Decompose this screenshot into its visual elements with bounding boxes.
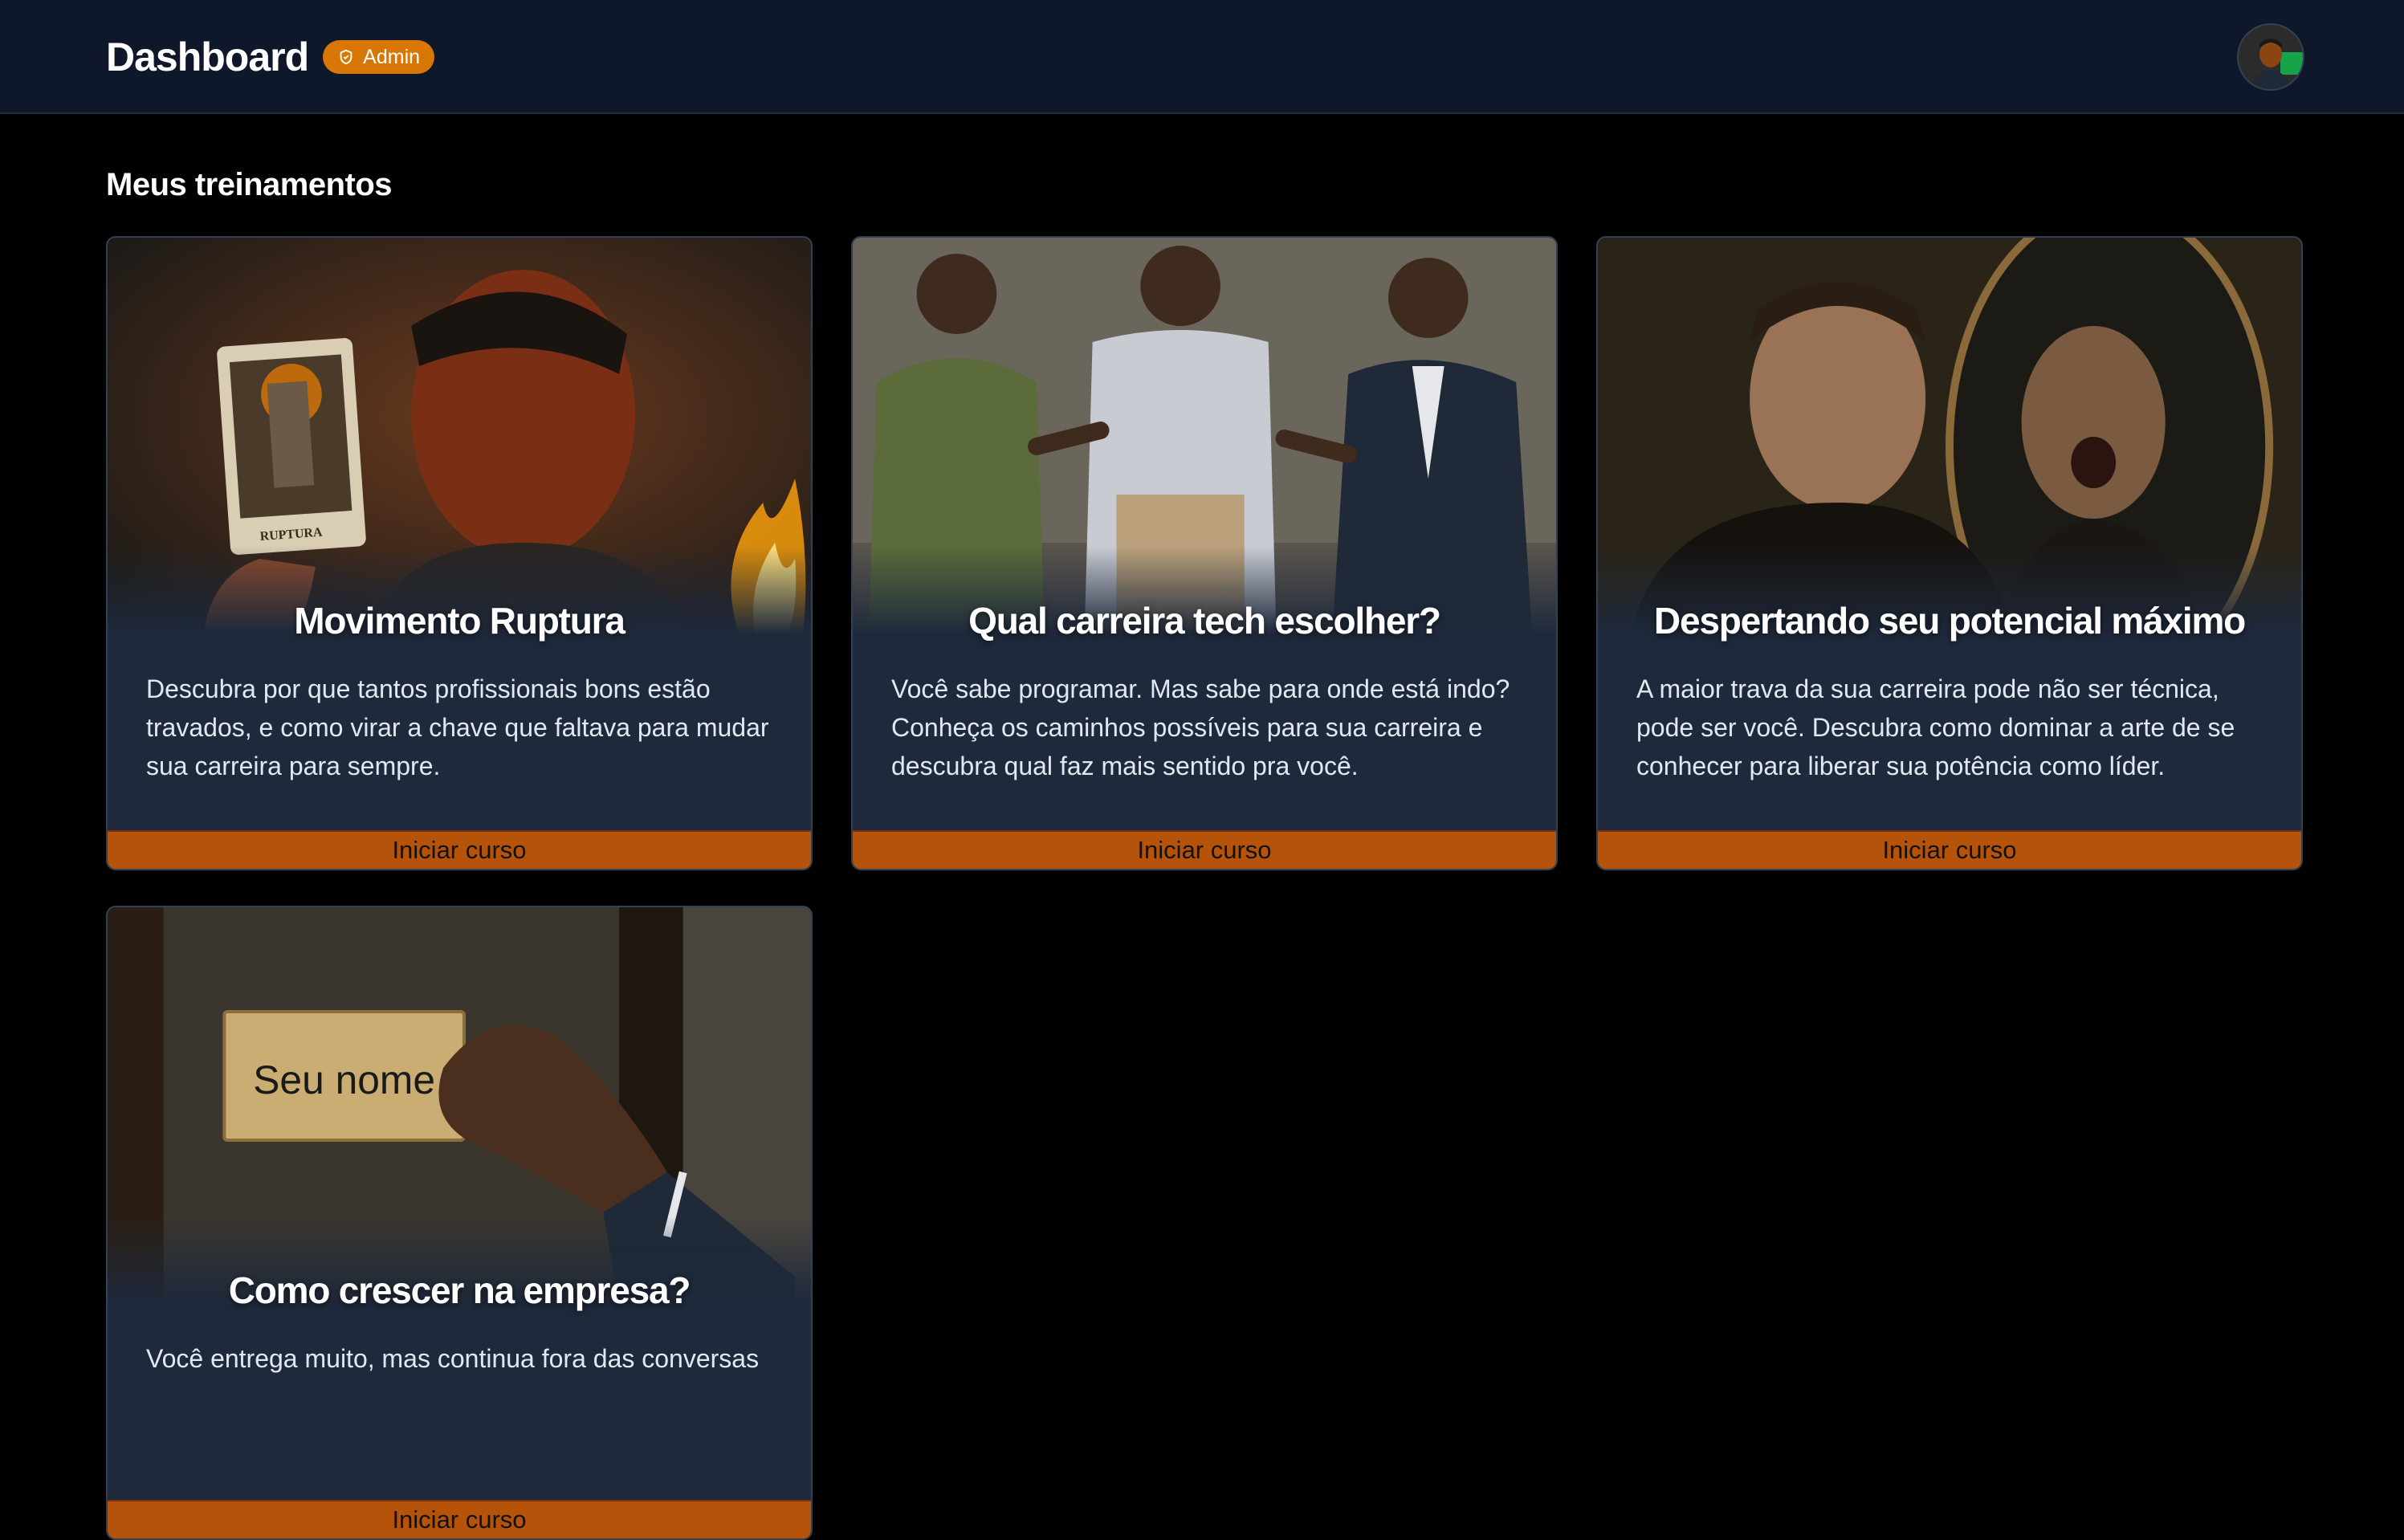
user-avatar[interactable]	[2237, 23, 2304, 91]
start-course-button[interactable]: Iniciar curso	[108, 830, 811, 869]
course-title: Despertando seu potencial máximo	[1653, 600, 2246, 642]
course-title: Como crescer na empresa?	[228, 1269, 691, 1311]
course-description: A maior trava da sua carreira pode não s…	[1636, 674, 2235, 780]
section-title: Meus treinamentos	[106, 167, 393, 202]
course-card[interactable]: RUPTURA Movimento Ruptura Descubra por q…	[106, 236, 813, 870]
shield-check-icon	[340, 49, 352, 65]
course-card[interactable]: Qual carreira tech escolher? Você sabe p…	[851, 236, 1558, 870]
admin-badge-label: Admin	[363, 45, 421, 68]
top-navigation-bar: Dashboard Admin	[0, 0, 2404, 114]
course-card[interactable]: Despertando seu potencial máximo A maior…	[1596, 236, 2303, 870]
course-description: Você sabe programar. Mas sabe para onde …	[891, 674, 1510, 780]
course-image: RUPTURA	[108, 238, 811, 634]
page-title: Dashboard	[106, 35, 309, 79]
start-course-button[interactable]: Iniciar curso	[853, 830, 1556, 869]
start-course-button[interactable]: Iniciar curso	[108, 1500, 811, 1538]
brand: Dashboard Admin	[106, 32, 435, 82]
course-card[interactable]: Seu nome Como crescer na empresa? Você e…	[106, 906, 813, 1540]
course-image	[853, 238, 1556, 634]
course-title: Movimento Ruptura	[294, 600, 625, 642]
course-image: Seu nome	[108, 907, 811, 1304]
start-course-button[interactable]: Iniciar curso	[1598, 830, 2301, 869]
course-title: Qual carreira tech escolher?	[968, 600, 1441, 642]
course-image	[1598, 238, 2301, 634]
admin-badge: Admin	[323, 40, 435, 74]
course-description: Você entrega muito, mas continua fora da…	[146, 1344, 760, 1373]
name-plate-text: Seu nome	[253, 1057, 435, 1102]
course-description: Descubra por que tantos profissionais bo…	[146, 674, 769, 780]
